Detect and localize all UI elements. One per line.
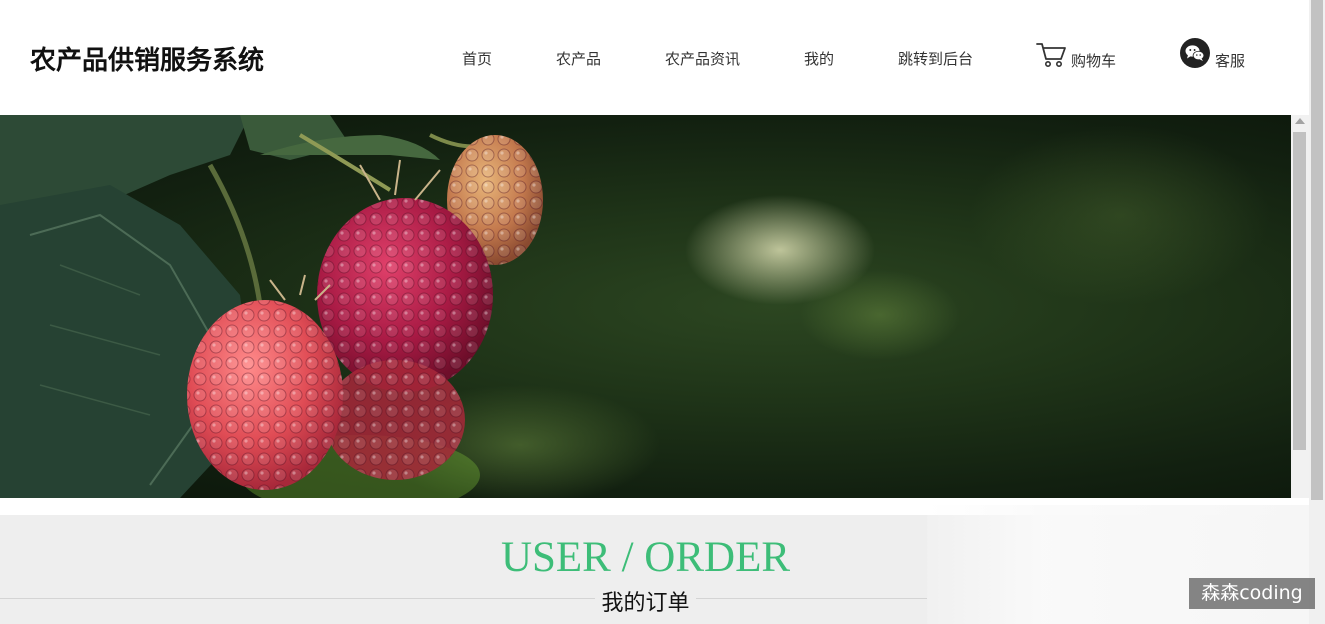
order-section-cn-title-wrap: 我的订单 bbox=[0, 585, 1291, 617]
banner-scrollbar-thumb[interactable] bbox=[1293, 132, 1306, 450]
banner-image bbox=[0, 115, 1291, 498]
scroll-up-arrow-icon[interactable] bbox=[1295, 118, 1305, 124]
nav-admin-link[interactable]: 跳转到后台 bbox=[898, 48, 973, 69]
watermark: 森森coding bbox=[1189, 578, 1315, 609]
nav-cart-link[interactable]: 购物车 bbox=[1036, 42, 1116, 72]
nav-products-link[interactable]: 农产品 bbox=[556, 48, 601, 69]
order-section-en-title: USER / ORDER bbox=[500, 534, 791, 581]
nav-cart-label: 购物车 bbox=[1071, 52, 1117, 70]
page-scrollbar-thumb[interactable] bbox=[1311, 0, 1323, 500]
shopping-cart-icon bbox=[1036, 41, 1067, 72]
wechat-icon bbox=[1180, 38, 1210, 72]
nav-home-link[interactable]: 首页 bbox=[462, 48, 492, 69]
nav-news-link[interactable]: 农产品资讯 bbox=[665, 48, 740, 69]
nav-mine-link[interactable]: 我的 bbox=[804, 48, 834, 69]
top-navbar: 农产品供销服务系统 首页 农产品 农产品资讯 我的 跳转到后台 购物车 客服 bbox=[0, 0, 1309, 115]
nav-service-link[interactable]: 客服 bbox=[1180, 38, 1246, 72]
order-section-cn-title: 我的订单 bbox=[595, 591, 696, 616]
site-title: 农产品供销服务系统 bbox=[30, 46, 265, 76]
nav-service-label: 客服 bbox=[1215, 52, 1246, 70]
page: 农产品供销服务系统 首页 农产品 农产品资讯 我的 跳转到后台 购物车 客服 U… bbox=[0, 0, 1325, 624]
